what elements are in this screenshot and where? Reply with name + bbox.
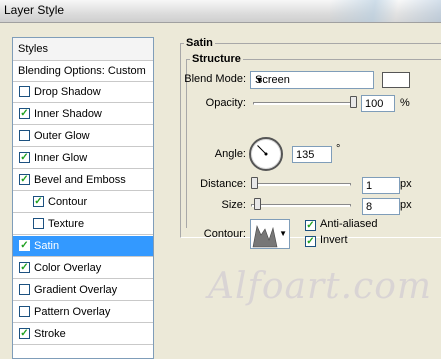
angle-value: 135 <box>296 149 315 161</box>
style-checkbox[interactable] <box>19 86 30 97</box>
title-bar-decoration <box>330 0 441 22</box>
style-item-inner-glow[interactable]: ✓ Inner Glow <box>13 148 153 169</box>
anti-aliased-label: Anti-aliased <box>320 218 378 230</box>
contour-label: Contour: <box>203 228 246 240</box>
style-checkbox[interactable] <box>19 306 30 317</box>
distance-input[interactable]: 1 <box>362 177 400 194</box>
size-input[interactable]: 8 <box>362 198 400 215</box>
style-item-bevel-and-emboss[interactable]: ✓ Bevel and Emboss <box>13 170 153 191</box>
window-title: Layer Style <box>4 3 65 17</box>
watermark: Alfoart.com <box>208 266 433 307</box>
distance-slider-thumb[interactable] <box>251 177 258 189</box>
angle-dial-indicator <box>257 145 268 156</box>
blending-options-item[interactable]: Blending Options: Custom <box>13 61 153 82</box>
styles-list: Styles Blending Options: Custom Drop Sha… <box>12 37 154 359</box>
chevron-down-icon: ▼ <box>279 229 287 238</box>
angle-input[interactable]: 135 <box>292 146 332 163</box>
distance-value: 1 <box>366 180 373 192</box>
style-checkbox[interactable]: ✓ <box>19 262 30 273</box>
dialog-body: Styles Blending Options: Custom Drop Sha… <box>0 23 441 359</box>
blend-color-swatch[interactable] <box>382 72 410 88</box>
style-item-gradient-overlay[interactable]: Gradient Overlay <box>13 280 153 301</box>
style-checkbox[interactable]: ✓ <box>19 174 30 185</box>
styles-header[interactable]: Styles <box>13 38 153 61</box>
distance-label: Distance: <box>200 178 246 190</box>
style-checkbox[interactable] <box>19 130 30 141</box>
style-item-label: Contour <box>48 196 88 208</box>
style-item-pattern-overlay[interactable]: Pattern Overlay <box>13 302 153 323</box>
anti-aliased-checkbox[interactable]: ✓ <box>305 220 316 231</box>
style-item-label: Outer Glow <box>34 130 90 142</box>
style-item-drop-shadow[interactable]: Drop Shadow <box>13 82 153 103</box>
blending-options-label: Blending Options: Custom <box>18 65 146 77</box>
style-item-label: Texture <box>48 218 85 230</box>
blend-mode-label: Blend Mode: <box>184 73 246 85</box>
style-checkbox[interactable] <box>19 284 30 295</box>
title-bar: Layer Style <box>0 0 441 23</box>
size-label: Size: <box>221 199 246 211</box>
style-item-label: Stroke <box>34 328 66 340</box>
style-item-outer-glow[interactable]: Outer Glow <box>13 126 153 147</box>
size-slider-track[interactable] <box>251 204 351 207</box>
angle-label: Angle: <box>214 148 246 160</box>
angle-dial[interactable] <box>249 137 283 171</box>
style-item-label: Color Overlay <box>34 262 102 274</box>
style-checkbox[interactable]: ✓ <box>19 328 30 339</box>
opacity-slider-thumb[interactable] <box>350 96 357 108</box>
distance-unit: px <box>400 178 412 190</box>
style-item-contour[interactable]: ✓ Contour <box>13 192 153 213</box>
satin-group-title: Satin <box>184 37 215 49</box>
size-unit: px <box>400 199 412 211</box>
contour-picker[interactable]: ▼ <box>250 219 290 249</box>
style-item-texture[interactable]: Texture <box>13 214 153 235</box>
style-item-inner-shadow[interactable]: ✓ Inner Shadow <box>13 104 153 125</box>
invert-checkbox[interactable]: ✓ <box>305 236 316 247</box>
structure-group-title: Structure <box>190 53 243 65</box>
style-item-satin[interactable]: ✓ Satin <box>13 236 153 257</box>
angle-unit: ° <box>336 143 341 155</box>
opacity-unit: % <box>400 97 410 109</box>
opacity-label: Opacity: <box>205 97 246 109</box>
chevron-down-icon: ▼ <box>255 75 264 85</box>
style-item-label: Pattern Overlay <box>34 306 111 318</box>
style-checkbox[interactable]: ✓ <box>19 240 30 251</box>
style-checkbox[interactable]: ✓ <box>19 108 30 119</box>
style-item-label: Inner Glow <box>34 152 88 164</box>
style-item-color-overlay[interactable]: ✓ Color Overlay <box>13 258 153 279</box>
style-item-label: Drop Shadow <box>34 86 101 98</box>
size-slider-thumb[interactable] <box>253 198 261 210</box>
style-item-label: Gradient Overlay <box>34 284 118 296</box>
styles-header-label: Styles <box>18 43 48 55</box>
style-item-stroke[interactable]: ✓ Stroke <box>13 324 153 345</box>
opacity-value: 100 <box>365 98 384 110</box>
size-value: 8 <box>366 201 373 213</box>
opacity-slider-track[interactable] <box>253 102 357 105</box>
distance-slider-track[interactable] <box>251 183 351 186</box>
style-checkbox[interactable] <box>33 218 44 229</box>
style-item-label: Inner Shadow <box>34 108 102 120</box>
satin-panel: Satin Structure Blend Mode: Screen ▼ Opa… <box>178 33 441 249</box>
blend-mode-select[interactable]: Screen ▼ <box>250 71 374 89</box>
opacity-input[interactable]: 100 <box>361 95 395 112</box>
invert-label: Invert <box>320 234 348 246</box>
style-item-label: Bevel and Emboss <box>34 174 126 186</box>
contour-curve-icon <box>252 225 278 248</box>
style-checkbox[interactable]: ✓ <box>33 196 44 207</box>
style-item-label: Satin <box>34 240 60 252</box>
style-checkbox[interactable]: ✓ <box>19 152 30 163</box>
